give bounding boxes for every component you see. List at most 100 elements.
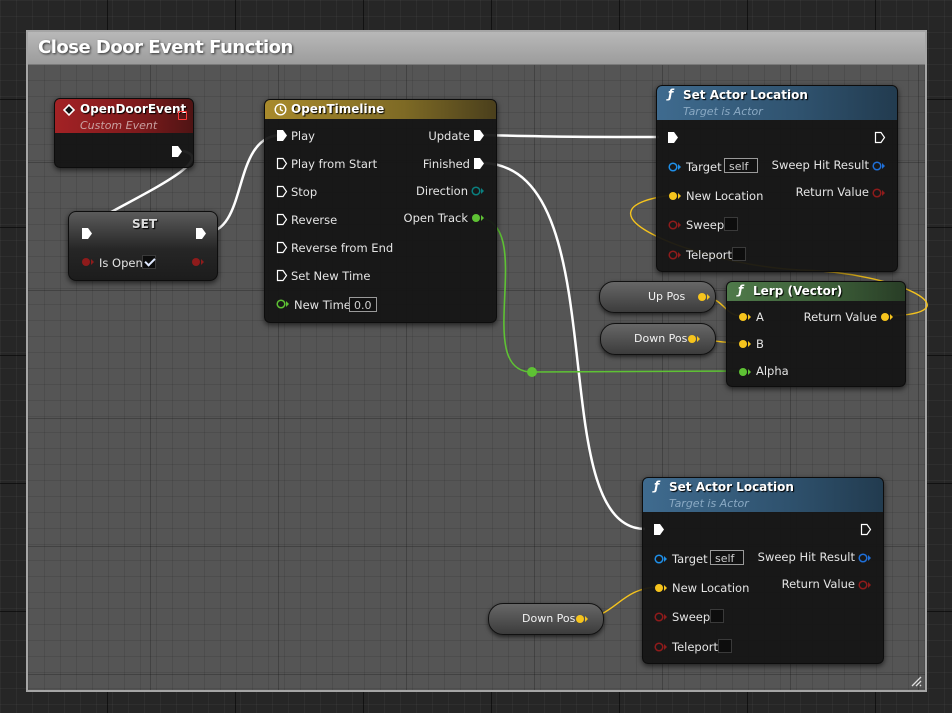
down-pos-getter-node[interactable]: Down Pos [600,323,716,355]
comment-header[interactable]: Close Door Event Function [28,32,925,65]
pin-label-sweep-hit-result: Sweep Hit Result [757,550,855,564]
vector-in-pin-b[interactable] [738,339,752,349]
bool-out-pin-return-value[interactable] [858,580,872,590]
exec-in-pin[interactable] [81,227,93,240]
set-actor-location-node-bottom[interactable]: ƒ Set Actor Location Target is Actor Tar… [642,477,884,664]
pin-label-direction: Direction [416,184,468,198]
is-open-label: Is Open [99,256,143,270]
set-actor-location-node-top[interactable]: ƒ Set Actor Location Target is Actor Tar… [656,85,898,272]
comment-title[interactable]: Close Door Event Function [38,37,293,58]
float-in-pin-alpha[interactable] [738,367,752,377]
exec-out-pin[interactable] [874,131,886,144]
function-icon: ƒ [668,87,674,101]
node-title: SET [132,217,158,231]
exec-in-pin-reverse-from-end[interactable] [276,241,288,254]
node-title: Lerp (Vector) [753,284,843,298]
clock-icon [274,103,287,116]
bool-out-pin[interactable] [191,257,205,267]
node-title: Set Actor Location [683,88,808,102]
pin-label-return-value: Return Value [803,310,877,324]
up-pos-label: Up Pos [648,290,686,303]
node-title: OpenTimeline [291,102,385,116]
event-diamond-icon [63,104,75,116]
vector-in-pin-new-location[interactable] [668,191,682,201]
pin-label-update: Update [428,129,470,143]
sweep-checkbox[interactable] [724,217,738,231]
pin-label-set-new-time: Set New Time [291,269,371,283]
vector-out-pin[interactable] [697,292,711,302]
exec-in-pin[interactable] [653,523,665,536]
resize-grip-icon[interactable] [910,675,922,687]
teleport-checkbox[interactable] [718,639,732,653]
node-title: OpenDoorEvent [80,102,187,116]
pin-label-alpha: Alpha [756,364,789,378]
pin-label-target: Target [672,552,708,566]
delegate-pin[interactable] [178,111,187,120]
pin-label-new-location: New Location [686,189,764,203]
node-subtitle: Custom Event [80,119,158,132]
function-icon: ƒ [654,479,660,493]
pin-label-teleport: Teleport [686,248,732,262]
pin-label-sweep: Sweep [686,218,725,232]
bool-in-pin-teleport[interactable] [654,642,668,652]
struct-out-pin-sweep-hit-result[interactable] [858,553,872,563]
sweep-checkbox[interactable] [710,609,724,623]
enum-out-pin-direction[interactable] [471,186,485,196]
new-time-input[interactable]: 0.0 [349,297,377,312]
exec-in-pin[interactable] [667,131,679,144]
pin-label-new-time: New Time [294,298,351,312]
exec-out-pin[interactable] [171,145,183,158]
exec-out-pin[interactable] [860,523,872,536]
struct-out-pin-sweep-hit-result[interactable] [872,161,886,171]
vector-out-pin[interactable] [575,614,589,624]
down-pos-label: Down Pos [634,332,688,345]
vector-in-pin-a[interactable] [738,312,752,322]
pin-label-return-value: Return Value [795,185,869,199]
vector-out-pin-return-value[interactable] [880,312,894,322]
vector-out-pin[interactable] [687,334,701,344]
is-open-checkbox[interactable] [142,255,156,269]
function-icon: ƒ [738,283,744,297]
node-title: Set Actor Location [669,480,794,494]
bool-in-pin[interactable] [81,257,95,267]
exec-in-pin-play-from-start[interactable] [276,157,288,170]
pin-label-sweep: Sweep [672,610,711,624]
exec-in-pin-set-new-time[interactable] [276,269,288,282]
exec-out-pin-finished[interactable] [473,157,485,170]
pin-label-open-track: Open Track [403,211,468,225]
pin-label-stop: Stop [291,185,318,199]
bool-in-pin-teleport[interactable] [668,250,682,260]
exec-in-pin-reverse[interactable] [276,213,288,226]
exec-out-pin[interactable] [195,227,207,240]
pin-label-b: B [756,337,764,351]
open-timeline-node[interactable]: OpenTimeline Play Play from Start Stop R… [264,99,497,323]
pin-label-sweep-hit-result: Sweep Hit Result [771,158,869,172]
float-in-pin-new-time[interactable] [276,299,290,309]
down-pos-label: Down Pos [522,612,576,625]
bool-out-pin-return-value[interactable] [872,188,886,198]
exec-in-pin-stop[interactable] [276,185,288,198]
open-door-event-node[interactable]: OpenDoorEvent Custom Event [54,98,194,168]
pin-label-teleport: Teleport [672,640,718,654]
down-pos-getter-node-2[interactable]: Down Pos [488,603,604,635]
set-variable-node[interactable]: SET Is Open [68,211,218,281]
object-in-pin-target[interactable] [668,162,682,172]
lerp-vector-node[interactable]: ƒ Lerp (Vector) A B Alpha Return Value [726,281,906,387]
pin-label-a: A [756,310,764,324]
vector-in-pin-new-location[interactable] [654,583,668,593]
target-input[interactable]: self [724,158,758,173]
exec-in-pin-play[interactable] [276,129,288,142]
teleport-checkbox[interactable] [732,247,746,261]
node-subtitle: Target is Actor [683,105,763,118]
pin-label-play: Play [291,129,315,143]
up-pos-getter-node[interactable]: Up Pos [599,281,716,313]
bool-in-pin-sweep[interactable] [654,612,668,622]
bool-in-pin-sweep[interactable] [668,220,682,230]
object-in-pin-target[interactable] [654,554,668,564]
exec-out-pin-update[interactable] [473,129,485,142]
float-out-pin-open-track[interactable] [471,213,485,223]
pin-label-reverse-from-end: Reverse from End [291,241,394,255]
target-input[interactable]: self [710,550,744,565]
pin-label-finished: Finished [422,157,470,171]
pin-label-new-location: New Location [672,581,750,595]
